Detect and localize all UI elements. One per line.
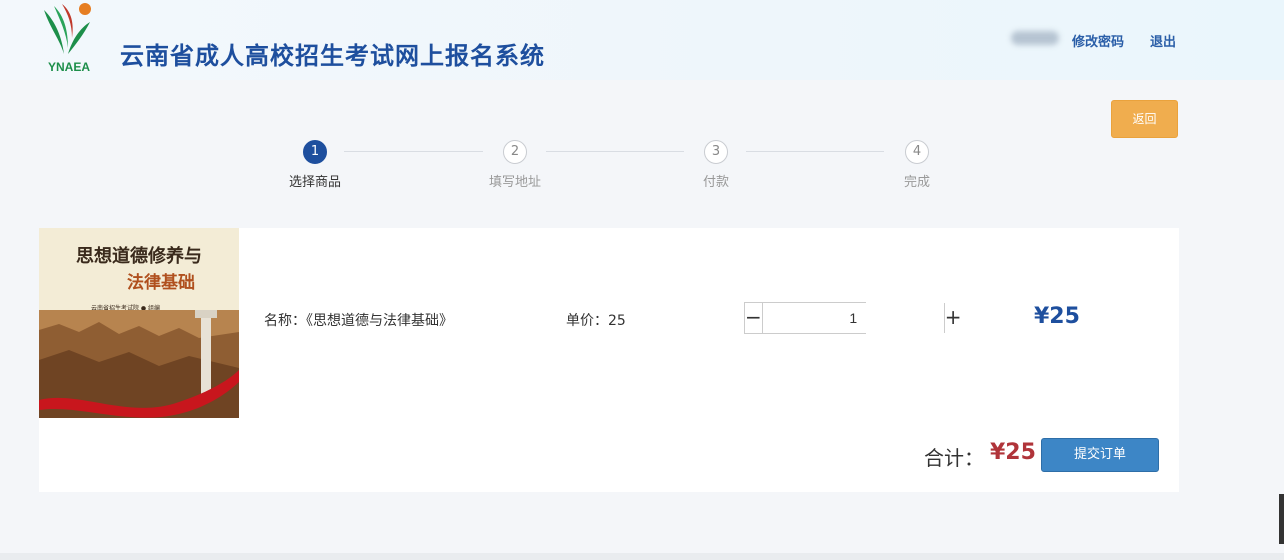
submit-order-button[interactable]: 提交订单 — [1041, 438, 1159, 472]
step-connector — [746, 151, 884, 152]
logout-link[interactable]: 退出 — [1150, 31, 1176, 50]
product-name: 名称：《思想道德与法律基础》 — [264, 313, 453, 329]
progress-steps: 1 2 3 4 选择商品 填写地址 付款 完成 — [0, 138, 1284, 198]
quantity-stepper: − + — [744, 302, 962, 334]
site-title: 云南省成人高校招生考试网上报名系统 — [120, 42, 545, 70]
step-1-circle: 1 — [303, 140, 327, 164]
book-cover-title: 思想道德修养与 — [76, 246, 202, 267]
step-2-label: 填写地址 — [488, 175, 542, 190]
step-4-label: 完成 — [903, 175, 931, 190]
book-cover-image: 思想道德修养与 法律基础 云南省招生考试院 ● 组编 — [39, 228, 239, 418]
order-card: 思想道德修养与 法律基础 云南省招生考试院 ● 组编 名称：《思想道德与法律基础… — [39, 228, 1179, 492]
header: YNAEA 云南省成人高校招生考试网上报名系统 修改密码 退出 — [0, 0, 1284, 80]
step-4-circle: 4 — [905, 140, 929, 164]
step-connector — [546, 151, 684, 152]
change-password-link[interactable]: 修改密码 — [1072, 31, 1124, 50]
book-cover-subtitle: 法律基础 — [127, 273, 195, 293]
step-3-label: 付款 — [702, 175, 730, 190]
book-cover-art — [39, 310, 239, 418]
logo-text: YNAEA — [48, 60, 91, 74]
decrease-quantity-button[interactable]: − — [745, 303, 763, 333]
bottom-divider — [0, 553, 1284, 560]
back-button[interactable]: 返回 — [1111, 100, 1178, 138]
quantity-input[interactable] — [762, 303, 944, 333]
product-unit-price: 单价：25 — [566, 313, 626, 329]
step-3-circle: 3 — [704, 140, 728, 164]
user-name-blurred — [1011, 31, 1059, 45]
step-connector — [344, 151, 483, 152]
ynaea-logo: YNAEA — [38, 0, 98, 76]
step-1-label: 选择商品 — [288, 175, 342, 190]
step-2-circle: 2 — [503, 140, 527, 164]
total-value: ¥25 — [990, 440, 1036, 465]
line-total: ¥25 — [1034, 304, 1080, 329]
total-label: 合计： — [924, 446, 984, 470]
increase-quantity-button[interactable]: + — [943, 303, 962, 333]
scrollbar-thumb[interactable] — [1279, 494, 1284, 544]
